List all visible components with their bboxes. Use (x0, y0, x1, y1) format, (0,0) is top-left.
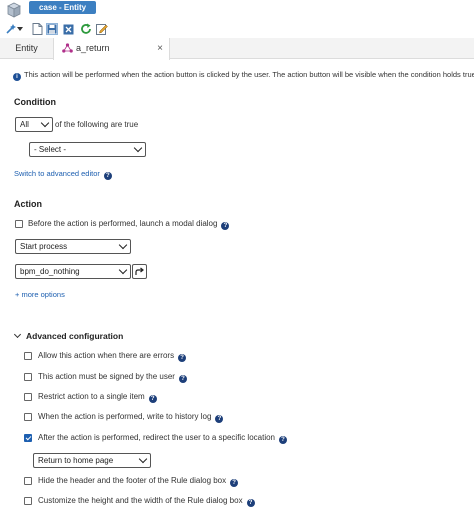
sparkle-icon (6, 24, 16, 34)
chevron-down-icon (133, 143, 143, 153)
open-process-button[interactable] (132, 264, 147, 279)
chevron-down-icon (118, 240, 128, 250)
document-icon (32, 23, 42, 35)
title-bar: case - Entity (0, 0, 474, 20)
chevron-down-icon (138, 454, 148, 464)
refresh-icon (81, 23, 91, 34)
help-icon[interactable]: ? (178, 354, 187, 362)
process-value: bpm_do_nothing (20, 267, 80, 276)
customize-size-label: Customize the height and the width of th… (38, 496, 243, 505)
tab-label: a_return (76, 43, 110, 53)
save-button[interactable] (46, 23, 58, 35)
hide-header-option: Hide the header and the footer of the Ru… (38, 476, 239, 487)
redirect-label: After the action is performed, redirect … (38, 433, 276, 442)
quantifier-value: All (20, 120, 29, 129)
help-icon[interactable]: ? (221, 222, 230, 230)
info-message: i This action will be performed when the … (13, 70, 474, 81)
single-item-option: Restrict action to a single item? (38, 392, 157, 403)
tab-entity[interactable]: Entity (0, 38, 53, 59)
customize-size-option: Customize the height and the width of th… (38, 496, 255, 507)
refresh-button[interactable] (80, 23, 92, 35)
signed-checkbox[interactable] (24, 373, 32, 381)
quantifier-suffix: of the following are true (55, 120, 139, 129)
history-log-checkbox[interactable] (24, 413, 32, 421)
advanced-editor-link[interactable]: Switch to advanced editor? (14, 169, 112, 180)
info-text: This action will be performed when the a… (24, 70, 474, 79)
edit-button[interactable] (96, 23, 108, 35)
process-select[interactable]: bpm_do_nothing (15, 264, 131, 279)
save-close-button[interactable] (62, 23, 74, 35)
window-title: case - Entity (29, 1, 97, 14)
toolbar (0, 20, 474, 38)
allow-errors-checkbox[interactable] (24, 352, 32, 360)
modal-dialog-option: Before the action is performed, launch a… (28, 219, 230, 230)
save-close-icon (63, 24, 73, 34)
signed-label: This action must be signed by the user (38, 372, 175, 381)
single-item-label: Restrict action to a single item (38, 392, 145, 401)
edit-icon (96, 24, 108, 35)
action-type-value: Start process (20, 242, 68, 251)
info-icon: i (13, 73, 21, 81)
cube-icon (7, 2, 21, 18)
allow-errors-option: Allow this action when there are errors? (38, 351, 187, 362)
help-icon[interactable]: ? (246, 499, 255, 507)
close-icon[interactable]: × (157, 38, 163, 59)
condition-heading: Condition (14, 97, 56, 107)
action-heading: Action (14, 199, 42, 209)
help-icon[interactable]: ? (215, 415, 224, 423)
chevron-down-icon (40, 118, 50, 128)
hide-header-label: Hide the header and the footer of the Ru… (38, 476, 227, 485)
history-log-label: When the action is performed, write to h… (38, 412, 212, 421)
more-options-link[interactable]: + more options (15, 290, 65, 299)
allow-errors-label: Allow this action when there are errors (38, 351, 175, 360)
redirect-option: After the action is performed, redirect … (38, 433, 288, 444)
modal-dialog-label: Before the action is performed, launch a… (28, 219, 218, 228)
redirect-arrow-icon (135, 267, 144, 275)
customize-size-checkbox[interactable] (24, 497, 32, 505)
save-icon (47, 24, 57, 34)
help-icon[interactable]: ? (178, 375, 187, 383)
single-item-checkbox[interactable] (24, 393, 32, 401)
quantifier-select[interactable]: All (15, 117, 53, 132)
new-menu-button[interactable] (5, 23, 17, 35)
chevron-down-icon (118, 265, 128, 275)
help-icon[interactable]: ? (230, 479, 239, 487)
redirect-target-select[interactable]: Return to home page (33, 453, 151, 468)
hide-header-checkbox[interactable] (24, 477, 32, 485)
action-type-select[interactable]: Start process (15, 239, 131, 254)
redirect-checkbox[interactable] (24, 434, 32, 442)
chevron-down-icon[interactable] (13, 330, 22, 339)
advanced-heading[interactable]: Advanced configuration (26, 331, 123, 341)
signed-option: This action must be signed by the user? (38, 372, 187, 383)
help-icon[interactable]: ? (103, 172, 112, 180)
help-icon[interactable]: ? (148, 395, 157, 403)
condition-select[interactable]: - Select - (29, 142, 146, 157)
workflow-icon (62, 43, 73, 53)
history-log-option: When the action is performed, write to h… (38, 412, 224, 423)
condition-select-value: - Select - (34, 145, 67, 154)
dropdown-arrow-icon[interactable] (17, 23, 23, 35)
help-icon[interactable]: ? (279, 436, 288, 444)
tab-a-return[interactable]: a_return × (53, 38, 170, 60)
tab-bar: Entity a_return × (0, 38, 474, 60)
new-document-button[interactable] (31, 23, 43, 35)
advanced-editor-label: Switch to advanced editor (14, 169, 100, 178)
redirect-target-value: Return to home page (38, 456, 114, 465)
modal-dialog-checkbox[interactable] (15, 220, 23, 228)
